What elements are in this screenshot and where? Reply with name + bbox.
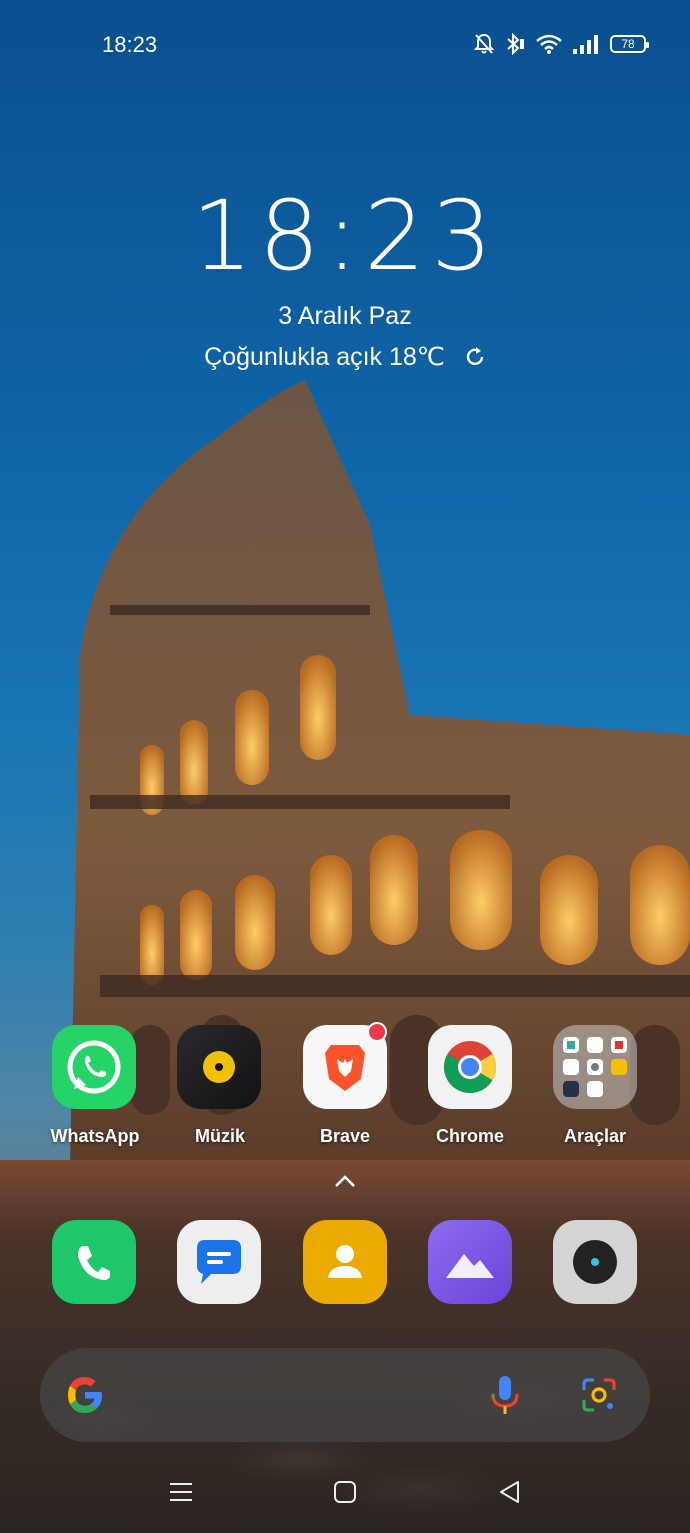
app-whatsapp[interactable] xyxy=(52,1025,136,1109)
dock-messages[interactable] xyxy=(177,1220,261,1304)
app-label-whatsapp: WhatsApp xyxy=(50,1126,140,1146)
app-chrome[interactable] xyxy=(428,1025,512,1109)
status-bar: 18:23 78 xyxy=(0,0,690,88)
wifi-icon xyxy=(536,34,562,54)
phone-icon xyxy=(78,1246,110,1280)
menu-button[interactable] xyxy=(167,1478,195,1506)
app-label-chrome: Chrome xyxy=(435,1126,504,1146)
whatsapp-icon xyxy=(67,1040,121,1094)
dock-contacts[interactable] xyxy=(303,1220,387,1304)
messages-icon xyxy=(197,1240,241,1284)
clock-time[interactable]: 18:23 xyxy=(0,180,690,292)
dock-camera[interactable] xyxy=(553,1220,637,1304)
back-button[interactable] xyxy=(496,1478,524,1506)
folder-tools[interactable] xyxy=(553,1025,637,1109)
chrome-icon xyxy=(444,1041,496,1093)
home-button[interactable] xyxy=(331,1478,359,1506)
google-icon[interactable] xyxy=(64,1374,106,1416)
camera-icon xyxy=(573,1240,617,1284)
dock-phone[interactable] xyxy=(52,1220,136,1304)
battery-icon: 78 xyxy=(610,35,649,53)
navigation-bar xyxy=(0,1460,690,1533)
weather-text: Çoğunlukla açık 18℃ xyxy=(204,343,445,371)
notification-badge xyxy=(367,1022,387,1042)
app-music[interactable] xyxy=(177,1025,261,1109)
app-label-brave: Brave xyxy=(319,1126,371,1146)
google-search-bar[interactable] xyxy=(40,1348,650,1442)
weather-row[interactable]: Çoğunlukla açık 18℃ xyxy=(0,342,690,372)
microphone-icon[interactable] xyxy=(488,1374,522,1416)
chevron-up-icon[interactable] xyxy=(333,1172,357,1190)
battery-level: 78 xyxy=(621,37,635,51)
gallery-icon xyxy=(446,1254,494,1278)
refresh-icon[interactable] xyxy=(464,346,486,368)
clock-date[interactable]: 3 Aralık Paz xyxy=(0,302,690,331)
app-label-music: Müzik xyxy=(194,1126,245,1146)
app-label-folder: Araçlar xyxy=(563,1126,627,1146)
bell-off-icon xyxy=(474,33,494,54)
lens-icon[interactable] xyxy=(580,1376,618,1414)
contacts-icon xyxy=(328,1245,362,1278)
bluetooth-icon xyxy=(507,33,524,55)
folder-icon xyxy=(563,1037,627,1097)
status-icons: 78 xyxy=(474,30,649,58)
dock-gallery[interactable] xyxy=(428,1220,512,1304)
music-icon xyxy=(203,1051,235,1083)
status-time: 18:23 xyxy=(102,32,158,57)
signal-icon xyxy=(573,35,598,54)
